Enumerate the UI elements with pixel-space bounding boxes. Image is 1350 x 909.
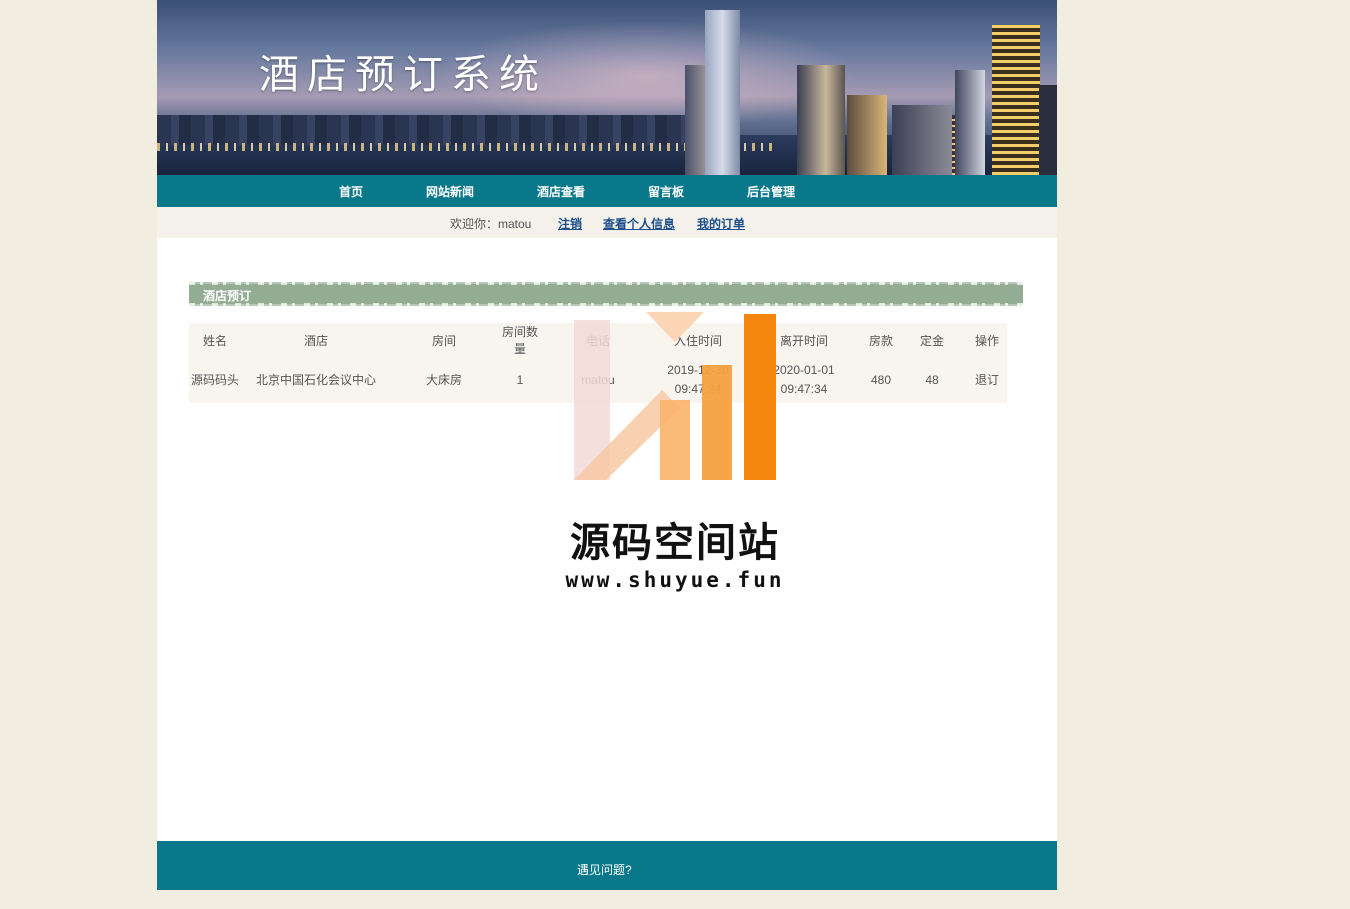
banner-city-lights — [157, 143, 777, 151]
nav-item-guestbook[interactable]: 留言板 — [648, 183, 684, 200]
cell-deposit: 48 — [925, 372, 939, 387]
banner-building — [847, 95, 887, 175]
column-header: 电话 — [585, 333, 610, 348]
cell-hotel: 北京中国石化会议中心 — [255, 372, 376, 387]
site-title: 酒店预订系统 — [259, 52, 547, 98]
banner-building — [1039, 85, 1057, 175]
column-header: 入住时间 — [673, 333, 722, 348]
column-header: 定金 — [919, 333, 944, 348]
cell-checkout: 2020-01-01 09:47:34 — [743, 357, 865, 403]
logout-link[interactable]: 注销 — [558, 215, 582, 232]
column-header: 姓名 — [202, 333, 227, 348]
cell-name: 源码码头 — [190, 372, 239, 387]
table-row: 源码码头 北京中国石化会议中心 大床房 1 matou 2019-12-30 0… — [189, 357, 1007, 403]
cell-phone: matou — [581, 372, 615, 387]
column-header: 操作 — [974, 333, 999, 348]
help-link[interactable]: 遇见问题? — [577, 861, 632, 878]
checkin-date: 2019-12-30 — [667, 363, 729, 377]
cancel-booking-link[interactable]: 退订 — [975, 373, 999, 387]
nav-item-hotels[interactable]: 酒店查看 — [537, 183, 585, 200]
column-header: 房间 — [431, 333, 456, 348]
profile-link[interactable]: 查看个人信息 — [603, 215, 675, 232]
section-title: 酒店预订 — [203, 289, 252, 303]
section-header: 酒店预订 — [189, 282, 1023, 306]
banner-building — [797, 65, 845, 175]
banner-building — [892, 105, 952, 175]
column-header: 房间数量 — [501, 325, 538, 356]
my-orders-link[interactable]: 我的订单 — [697, 215, 745, 232]
column-header: 酒店 — [303, 333, 328, 348]
user-bar: 欢迎你：matou 注销 查看个人信息 我的订单 — [157, 207, 1057, 238]
cell-quantity: 1 — [516, 372, 524, 387]
banner-building — [705, 10, 740, 175]
column-header: 房款 — [868, 333, 893, 348]
nav-item-admin[interactable]: 后台管理 — [747, 183, 795, 200]
checkin-time: 09:47:34 — [674, 382, 722, 396]
table-header-row: 姓名 酒店 房间 房间数量 电话 入住时间 离开时间 房款 定金 操作 — [189, 323, 1007, 357]
cell-checkin: 2019-12-30 09:47:34 — [653, 357, 743, 403]
nav-item-news[interactable]: 网站新闻 — [426, 183, 474, 200]
banner-building — [955, 70, 985, 175]
footer: 遇见问题? — [157, 841, 1057, 890]
welcome-text: 欢迎你：matou — [450, 217, 532, 231]
cell-room: 大床房 — [425, 372, 462, 387]
header-banner: 酒店预订系统 — [157, 0, 1057, 175]
section-header-edge — [189, 303, 1023, 306]
orders-table: 姓名 酒店 房间 房间数量 电话 入住时间 离开时间 房款 定金 操作 源码码头… — [189, 323, 1007, 403]
banner-skyline-far — [157, 115, 697, 145]
banner-building — [992, 25, 1040, 175]
cell-action: 退订 — [967, 357, 1007, 403]
nav-item-home[interactable]: 首页 — [339, 183, 363, 200]
checkout-time: 09:47:34 — [780, 382, 828, 396]
column-header: 离开时间 — [779, 333, 828, 348]
page-container: 酒店预订系统 首页 网站新闻 酒店查看 留言板 后台管理 欢迎你：matou 注… — [157, 0, 1057, 890]
section-header-edge — [189, 282, 1023, 285]
main-nav: 首页 网站新闻 酒店查看 留言板 后台管理 — [157, 175, 1057, 207]
cell-price: 480 — [870, 372, 892, 387]
checkout-date: 2020-01-01 — [773, 363, 835, 377]
